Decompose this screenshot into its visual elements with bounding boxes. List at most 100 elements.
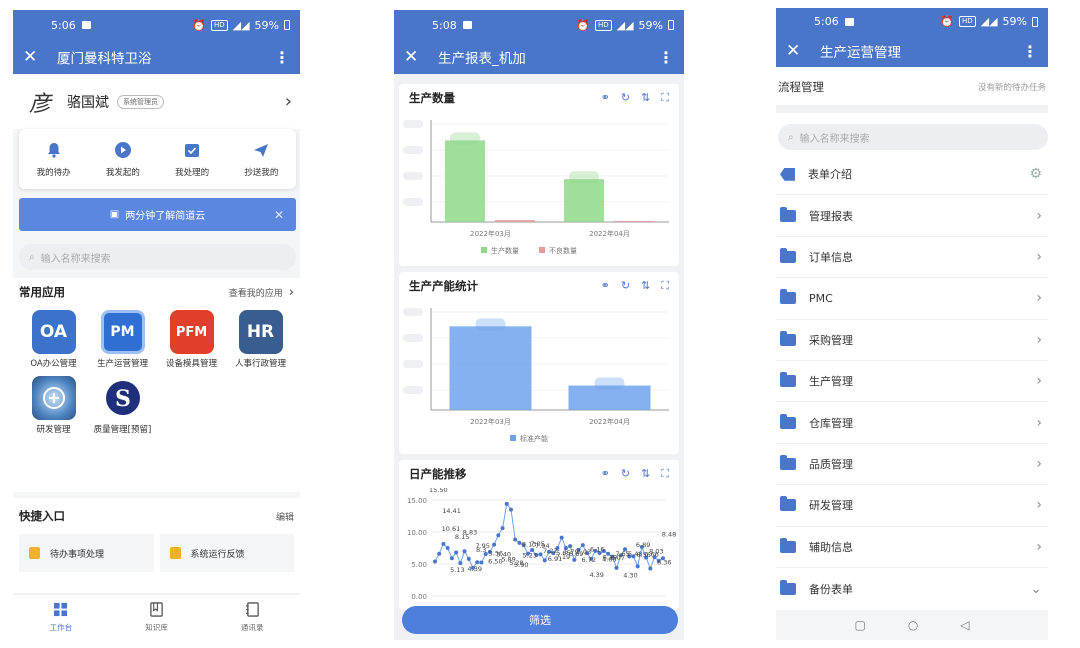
chevron-right-icon: › [1036, 373, 1042, 390]
list-item-folder[interactable]: 管理报表 › [776, 195, 1048, 237]
refresh-icon[interactable]: ↻ [621, 467, 630, 481]
chevron-right-icon: › [1036, 497, 1042, 514]
sort-icon[interactable]: ⇅ [641, 279, 650, 293]
refresh-icon[interactable]: ↻ [621, 91, 630, 105]
quick-action-label: 我发起的 [105, 167, 140, 178]
close-banner-icon[interactable]: ✕ [274, 208, 284, 222]
app-quality[interactable]: S 质量管理[预留] [88, 376, 157, 436]
data-label-placeholder [594, 377, 625, 390]
search-input[interactable]: ⌕ 输入名称来搜索 [19, 244, 296, 270]
user-name: 骆国斌 [67, 94, 109, 111]
quick-action-handled[interactable]: 我处理的 [158, 129, 227, 189]
quick-action-label: 抄送我的 [244, 167, 279, 178]
x-tick-label: 2022年04月 [589, 229, 630, 238]
data-label: 4.39 [468, 565, 482, 573]
list-item-folder[interactable]: 订单信息 › [776, 237, 1048, 279]
data-point [437, 551, 442, 556]
list-item-folder[interactable]: 仓库管理 › [776, 402, 1048, 444]
legend-label: 不良数量 [549, 246, 577, 255]
quick-action-initiated[interactable]: 我发起的 [88, 129, 157, 189]
more-menu-icon[interactable]: ⋮ [658, 48, 674, 67]
view-my-apps-link[interactable]: 查看我的应用 [229, 286, 283, 299]
home-icon[interactable]: ○ [908, 618, 918, 632]
user-profile-row[interactable]: 彦 骆国斌 系统管理员 › [13, 74, 300, 129]
workbench-header: 5:06 ⏰ HD ◢◢ 59% ✕ 厦门曼科特卫浴 ⋮ [13, 10, 300, 74]
intro-banner[interactable]: ▣ 两分钟了解简道云 ✕ [19, 198, 296, 231]
list-item-folder[interactable]: 备份表单 ⌄ [776, 568, 1048, 609]
title-bar: ✕ 厦门曼科特卫浴 ⋮ [13, 40, 300, 74]
shortcut-todo[interactable]: 待办事项处理 [19, 534, 154, 572]
chevron-right-icon: › [1036, 331, 1042, 348]
sort-icon[interactable]: ⇅ [641, 91, 650, 105]
list-item-folder[interactable]: 生产管理 › [776, 361, 1048, 403]
calendar-icon: ▣ [109, 209, 120, 220]
data-label: 6.07 [611, 554, 625, 562]
refresh-icon[interactable]: ↻ [621, 279, 630, 293]
y-tick-placeholder [403, 360, 423, 368]
more-menu-icon[interactable]: ⋮ [1022, 42, 1038, 61]
search-placeholder: 输入名称来搜索 [40, 253, 111, 265]
alarm-icon: ⏰ [192, 18, 206, 32]
filter-button[interactable]: 筛选 [402, 606, 678, 634]
list-item-form-intro[interactable]: 表单介绍 ⚙ [776, 154, 1048, 196]
link-icon[interactable]: ⚭ [601, 467, 610, 481]
flow-management-row[interactable]: 流程管理 没有新的待办任务 [776, 69, 1048, 105]
search-input[interactable]: ⌕ 输入名称来搜索 [778, 124, 1048, 150]
battery-text: 59% [254, 18, 279, 32]
close-icon[interactable]: ✕ [786, 41, 808, 61]
status-time: 5:06 [51, 18, 76, 32]
production-qty-chart: 2022年03月 2022年04月生产数量 不良数量 [403, 120, 669, 255]
battery-icon [284, 20, 290, 30]
list-item-folder[interactable]: PMC › [776, 278, 1048, 320]
chevron-right-icon: › [288, 284, 294, 300]
chart-card-capacity: 生产产能统计 ⚭ ↻ ⇅ ⛶ 2022年03月 2022年04月 标准产能 [399, 272, 679, 454]
recent-apps-icon[interactable]: ▢ [854, 618, 865, 632]
gear-icon[interactable]: ⚙ [1029, 166, 1042, 182]
hr-logo-icon: HR [238, 310, 283, 354]
section-title: 常用应用 [19, 285, 65, 299]
flow-status: 没有新的待办任务 [977, 83, 1046, 93]
list-item-folder[interactable]: 品质管理 › [776, 444, 1048, 486]
data-point [454, 550, 459, 555]
x-tick-label: 2022年03月 [470, 229, 511, 238]
tab-workbench[interactable]: 工作台 [13, 595, 109, 640]
book-icon [150, 602, 163, 617]
y-tick-placeholder [403, 308, 423, 316]
folder-icon [780, 330, 796, 346]
fullscreen-icon[interactable]: ⛶ [661, 279, 669, 293]
tab-contacts[interactable]: 通讯录 [204, 595, 300, 640]
tab-knowledge[interactable]: 知识库 [109, 595, 205, 640]
quality-logo-letter: S [115, 386, 131, 412]
quick-action-cc[interactable]: 抄送我的 [227, 129, 296, 189]
chevron-right-icon: › [1036, 538, 1042, 555]
list-item-folder[interactable]: 研发管理 › [776, 485, 1048, 527]
list-item-folder[interactable]: 采购管理 › [776, 320, 1048, 361]
status-time: 5:08 [432, 18, 457, 32]
fullscreen-icon[interactable]: ⛶ [661, 91, 669, 105]
more-menu-icon[interactable]: ⋮ [274, 48, 290, 67]
app-hr[interactable]: HR 人事行政管理 [226, 310, 295, 370]
shortcut-feedback[interactable]: 系统运行反馈 [159, 534, 294, 572]
close-icon[interactable]: ✕ [404, 47, 426, 67]
link-icon[interactable]: ⚭ [601, 91, 610, 105]
sort-icon[interactable]: ⇅ [641, 467, 650, 481]
back-icon[interactable]: ◁ [960, 618, 969, 632]
app-pm[interactable]: PM 生产运营管理 [88, 310, 157, 370]
list-item-folder[interactable]: 辅助信息 › [776, 527, 1048, 568]
signal-icon: ◢◢ [980, 15, 998, 28]
data-point [517, 540, 522, 545]
alarm-icon: ⏰ [940, 15, 954, 28]
data-label: 8.83 [463, 528, 477, 536]
close-icon[interactable]: ✕ [23, 47, 45, 67]
app-rd[interactable]: 研发管理 [19, 376, 88, 436]
app-label: 生产运营管理 [96, 359, 148, 369]
edit-link[interactable]: 编辑 [276, 510, 294, 523]
data-point [648, 566, 653, 571]
app-oa[interactable]: OA OA办公管理 [19, 310, 88, 370]
quick-action-todo[interactable]: 我的待办 [19, 129, 88, 189]
app-pfm[interactable]: PFM 设备模具管理 [157, 310, 226, 370]
link-icon[interactable]: ⚭ [601, 279, 610, 293]
fullscreen-icon[interactable]: ⛶ [661, 467, 669, 481]
capacity-chart: 2022年03月 2022年04月标准产能 [403, 308, 669, 443]
list-item-label: 仓库管理 [809, 416, 853, 430]
